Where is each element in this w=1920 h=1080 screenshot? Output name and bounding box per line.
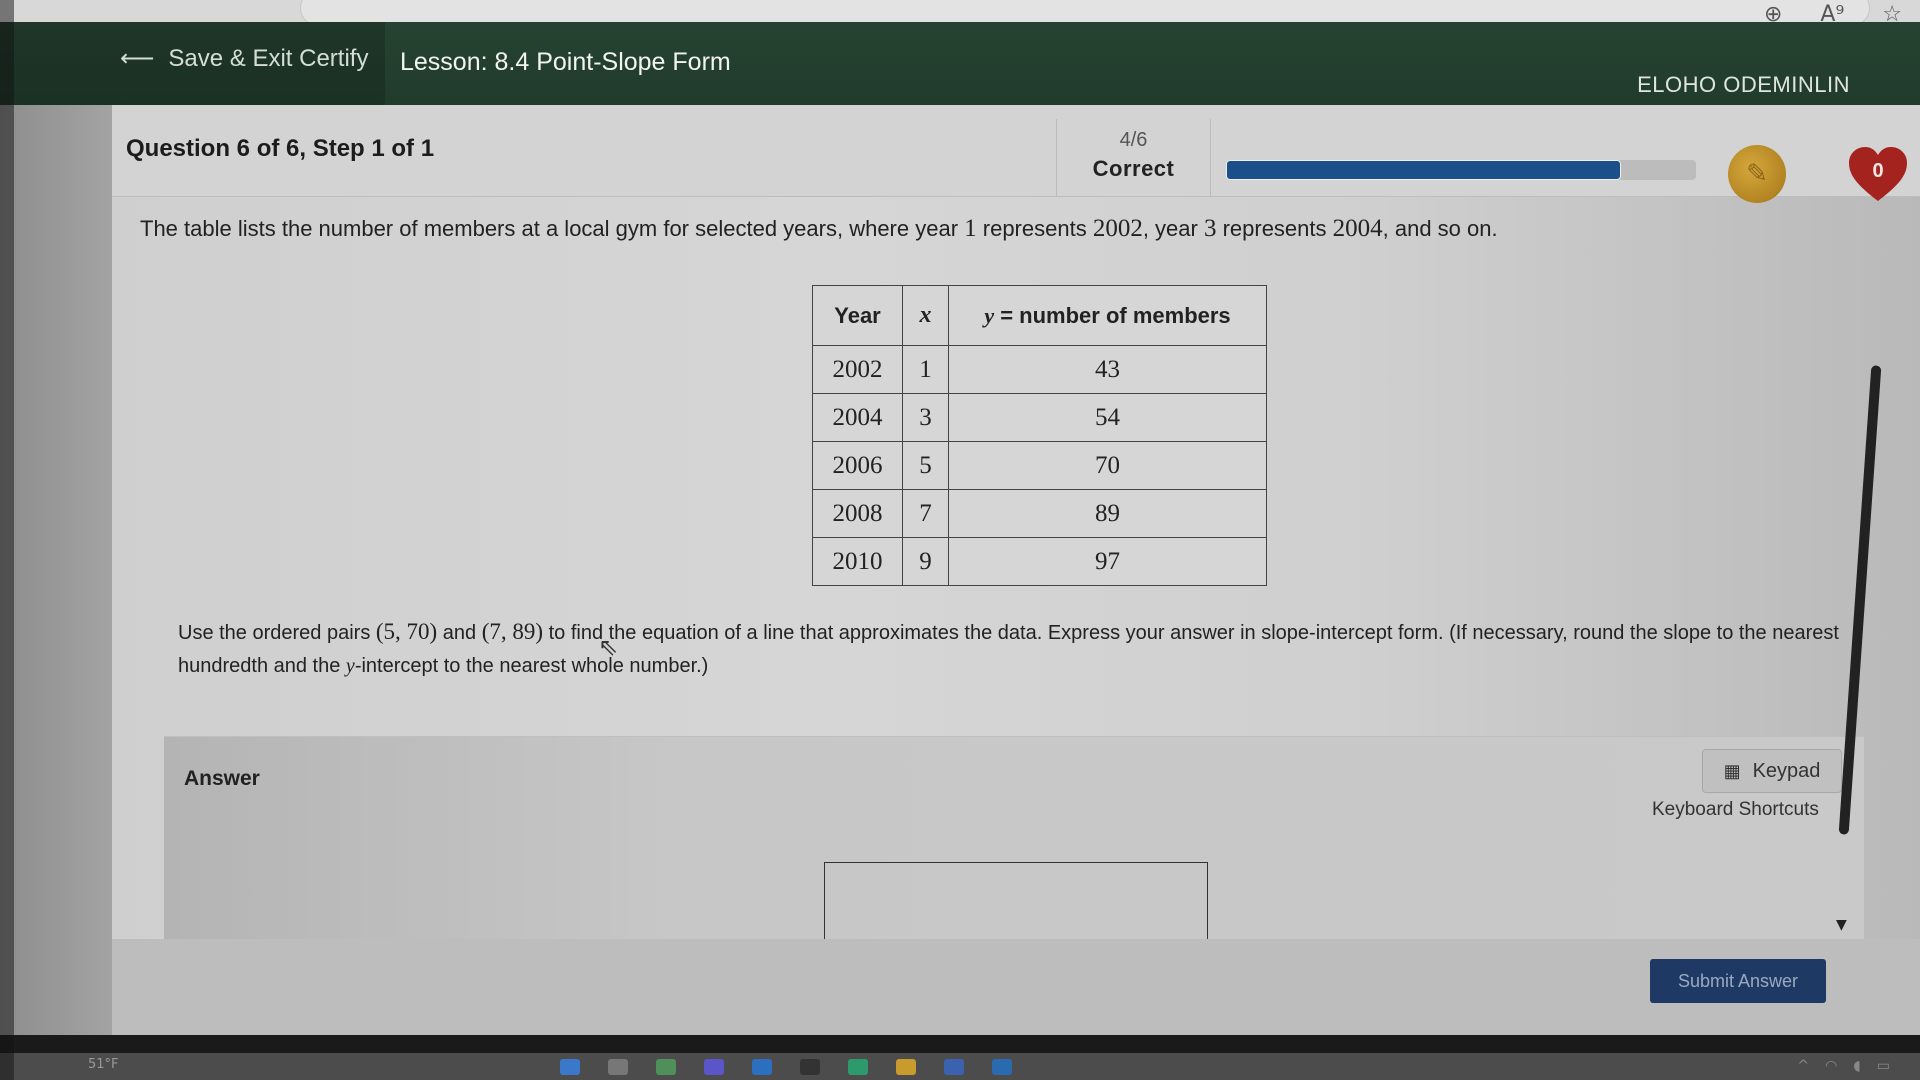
screen-bezel [0,1035,1920,1053]
calculator-icon: ▦ [1723,760,1741,781]
score-label: Correct [1092,156,1175,181]
ordered-pair-1: (5, 70) [375,619,438,644]
browser-toolbar: ⊕ A⁹ ☆ [0,0,1920,27]
app-icon[interactable] [992,1059,1012,1075]
intro-text: represents [1216,216,1333,241]
cell-year: 2004 [812,393,903,442]
cell-year: 2010 [812,537,903,586]
system-tray: ^ ◠ ◖ ▭ [1797,1058,1890,1074]
progress-fill [1226,160,1621,180]
score-fraction: 4/6 [1119,129,1148,151]
lesson-title: Lesson: 8.4 Point-Slope Form [400,48,731,76]
app-icon[interactable] [656,1059,676,1075]
cell-y: 97 [948,537,1267,586]
cell-year: 2002 [812,345,903,394]
header-y-label: = number of members [1000,302,1231,328]
screen-edge [0,0,14,1080]
prompt-text: Use the ordered pairs [178,622,376,644]
start-icon[interactable] [560,1059,580,1075]
status-strip: Question 6 of 6, Step 1 of 1 4/6 Correct… [112,105,1920,203]
prompt-text: and [437,622,482,644]
keyboard-shortcuts-link[interactable]: Keyboard Shortcuts [1652,799,1819,821]
hearts-count: 0 [1872,159,1884,182]
hearts-badge[interactable]: 0 [1847,145,1909,203]
volume-icon[interactable]: ◖ [1853,1058,1860,1074]
scroll-down-arrow-icon[interactable]: ▼ [1836,917,1847,933]
weather-widget[interactable]: 51°F [88,1057,119,1072]
intro-number: 2002 [1092,215,1143,242]
answer-label: Answer [184,767,260,790]
search-icon[interactable] [608,1059,628,1075]
battery-icon[interactable]: ▭ [1877,1058,1890,1074]
cell-x: 1 [902,345,949,394]
browser-icon[interactable] [848,1059,868,1075]
app-icon[interactable] [752,1059,772,1075]
table-row: 2006 5 70 [812,441,1267,490]
mouse-cursor-icon: ⇖ [598,633,619,661]
table-row: 2010 9 97 [812,537,1267,586]
submit-answer-button[interactable]: Submit Answer [1650,959,1826,1003]
taskbar: 51°F ^ ◠ ◖ ▭ [0,1053,1920,1080]
cell-year: 2006 [812,441,903,490]
cell-y: 89 [948,489,1267,538]
wifi-icon[interactable]: ◠ [1825,1058,1837,1074]
table-row: 2004 3 54 [812,393,1267,442]
save-exit-label: Save & Exit Certify [168,44,369,72]
app-icon[interactable] [944,1059,964,1075]
prompt-variable: y [345,655,355,677]
ordered-pair-2: (7, 89) [481,619,544,644]
intro-number: 3 [1203,215,1217,242]
cell-x: 9 [902,537,949,586]
header-x: x [902,285,949,346]
intro-text: represents [976,216,1093,241]
table-header-row: Year x y = number of members [812,285,1267,346]
cell-x: 7 [902,489,949,538]
folder-icon[interactable] [896,1059,916,1075]
cell-year: 2008 [812,489,903,538]
intro-number: 2004 [1332,215,1383,242]
keypad-button[interactable]: ▦ Keypad [1702,749,1842,793]
prompt-text: -intercept to the nearest whole number.) [354,655,709,677]
members-table: Year x y = number of members 2002 1 43 2004… [812,285,1267,586]
cell-x: 3 [902,393,949,442]
coin-icon[interactable]: ✎ [1728,145,1786,203]
intro-text: , and so on. [1382,216,1498,241]
intro-text: , year [1142,216,1204,241]
header-year: Year [812,285,903,346]
score-box: 4/6 Correct [1056,119,1211,197]
header-y: y = number of members [948,285,1267,346]
chevron-up-icon[interactable]: ^ [1797,1058,1809,1074]
table-row: 2008 7 89 [812,489,1267,538]
app-icon[interactable] [704,1059,724,1075]
progress-bar [1226,160,1696,180]
back-arrow-icon: ⟵ [120,45,155,72]
intro-text: The table lists the number of members at… [140,216,965,241]
header-y-var: y [984,302,995,328]
intro-number: 1 [964,215,977,242]
cell-x: 5 [902,441,949,490]
question-content: Question 6 of 6, Step 1 of 1 4/6 Correct… [112,105,1920,1036]
cell-y: 54 [948,393,1267,442]
save-exit-button[interactable]: ⟵ Save & Exit Certify [120,44,368,73]
page-background: Question 6 of 6, Step 1 of 1 4/6 Correct… [0,105,1920,1036]
keypad-label: Keypad [1752,759,1821,782]
table-row: 2002 1 43 [812,345,1267,394]
question-counter: Question 6 of 6, Step 1 of 1 [126,135,435,162]
app-icon[interactable] [800,1059,820,1075]
cell-y: 70 [948,441,1267,490]
footer-bar: Submit Answer [112,939,1920,1035]
problem-prompt: Use the ordered pairs (5, 70) and (7, 89… [178,615,1898,683]
cell-y: 43 [948,345,1267,394]
user-name[interactable]: ELOHO ODEMINLIN [1637,72,1850,98]
problem-intro: The table lists the number of members at… [140,215,1498,243]
